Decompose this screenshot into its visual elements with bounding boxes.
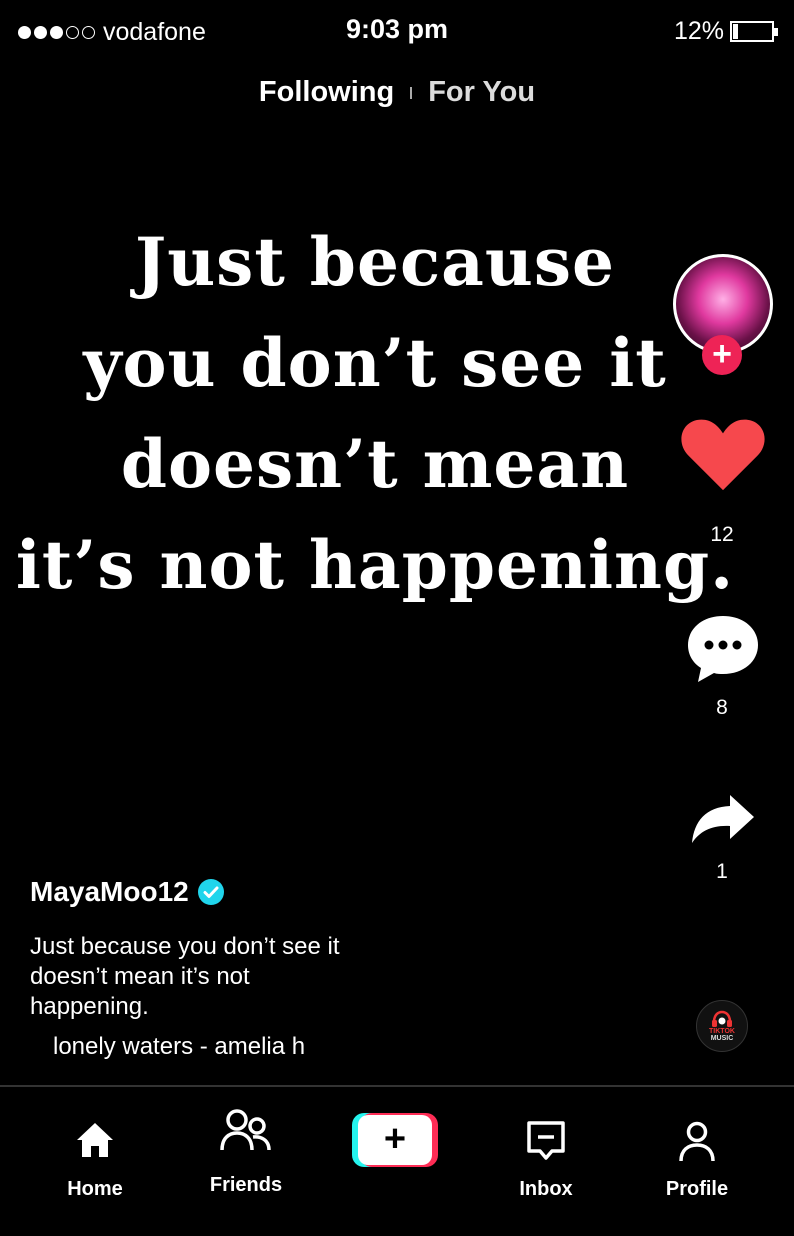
share-icon[interactable] [690, 793, 756, 845]
profile-icon [679, 1121, 715, 1162]
headphones-icon [712, 1010, 732, 1027]
username[interactable]: MayaMoo12 [30, 876, 189, 908]
nav-divider [0, 1085, 794, 1087]
create-button[interactable]: + [352, 1113, 438, 1167]
tab-divider [410, 86, 413, 99]
feed-tabs: Following For You [0, 76, 794, 109]
battery-icon [730, 21, 778, 42]
inbox-icon [527, 1121, 565, 1160]
tab-following[interactable]: Following [259, 76, 394, 109]
status-bar: vodafone 9:03 pm 12% [0, 0, 794, 62]
battery-status: 12% [673, 17, 778, 46]
tab-for-you[interactable]: For You [428, 76, 535, 109]
nav-inbox-label: Inbox [519, 1178, 573, 1200]
nav-profile[interactable]: Profile [656, 1120, 738, 1201]
nav-inbox[interactable]: Inbox [506, 1120, 586, 1201]
nav-home[interactable]: Home [55, 1120, 135, 1201]
sound-name[interactable]: lonely waters - amelia h [53, 1033, 305, 1061]
quote-line: doesn’t mean [120, 425, 630, 503]
music-disc-icon[interactable]: TIKTOK MUSIC [696, 1000, 748, 1052]
follow-button[interactable]: + [702, 335, 742, 375]
create-plus-icon: + [358, 1115, 432, 1165]
disc-label: TIKTOK [709, 1028, 735, 1035]
friends-icon [220, 1109, 271, 1151]
post-author: MayaMoo12 [30, 876, 225, 908]
verified-badge-icon [197, 879, 224, 905]
comment-icon[interactable] [684, 612, 762, 686]
nav-home-label: Home [67, 1178, 123, 1200]
heart-icon[interactable] [680, 416, 766, 492]
like-count: 12 [710, 523, 734, 546]
nav-friends[interactable]: Friends [200, 1106, 292, 1197]
nav-profile-label: Profile [665, 1178, 729, 1200]
home-icon [77, 1123, 113, 1157]
quote-line: you don’t see it [83, 324, 667, 402]
share-count: 1 [716, 860, 728, 883]
quote-line: it’s not happening. [15, 526, 735, 604]
battery-percent: 12% [673, 17, 724, 45]
disc-label: MUSIC [710, 1035, 734, 1042]
post-caption: Just because you don’t see it doesn’t me… [30, 933, 340, 1020]
nav-friends-label: Friends [209, 1174, 283, 1196]
video-quote-text[interactable]: Just because you don’t see it doesn’t me… [0, 212, 750, 616]
comment-count: 8 [716, 696, 728, 719]
quote-line: Just because [134, 223, 616, 301]
